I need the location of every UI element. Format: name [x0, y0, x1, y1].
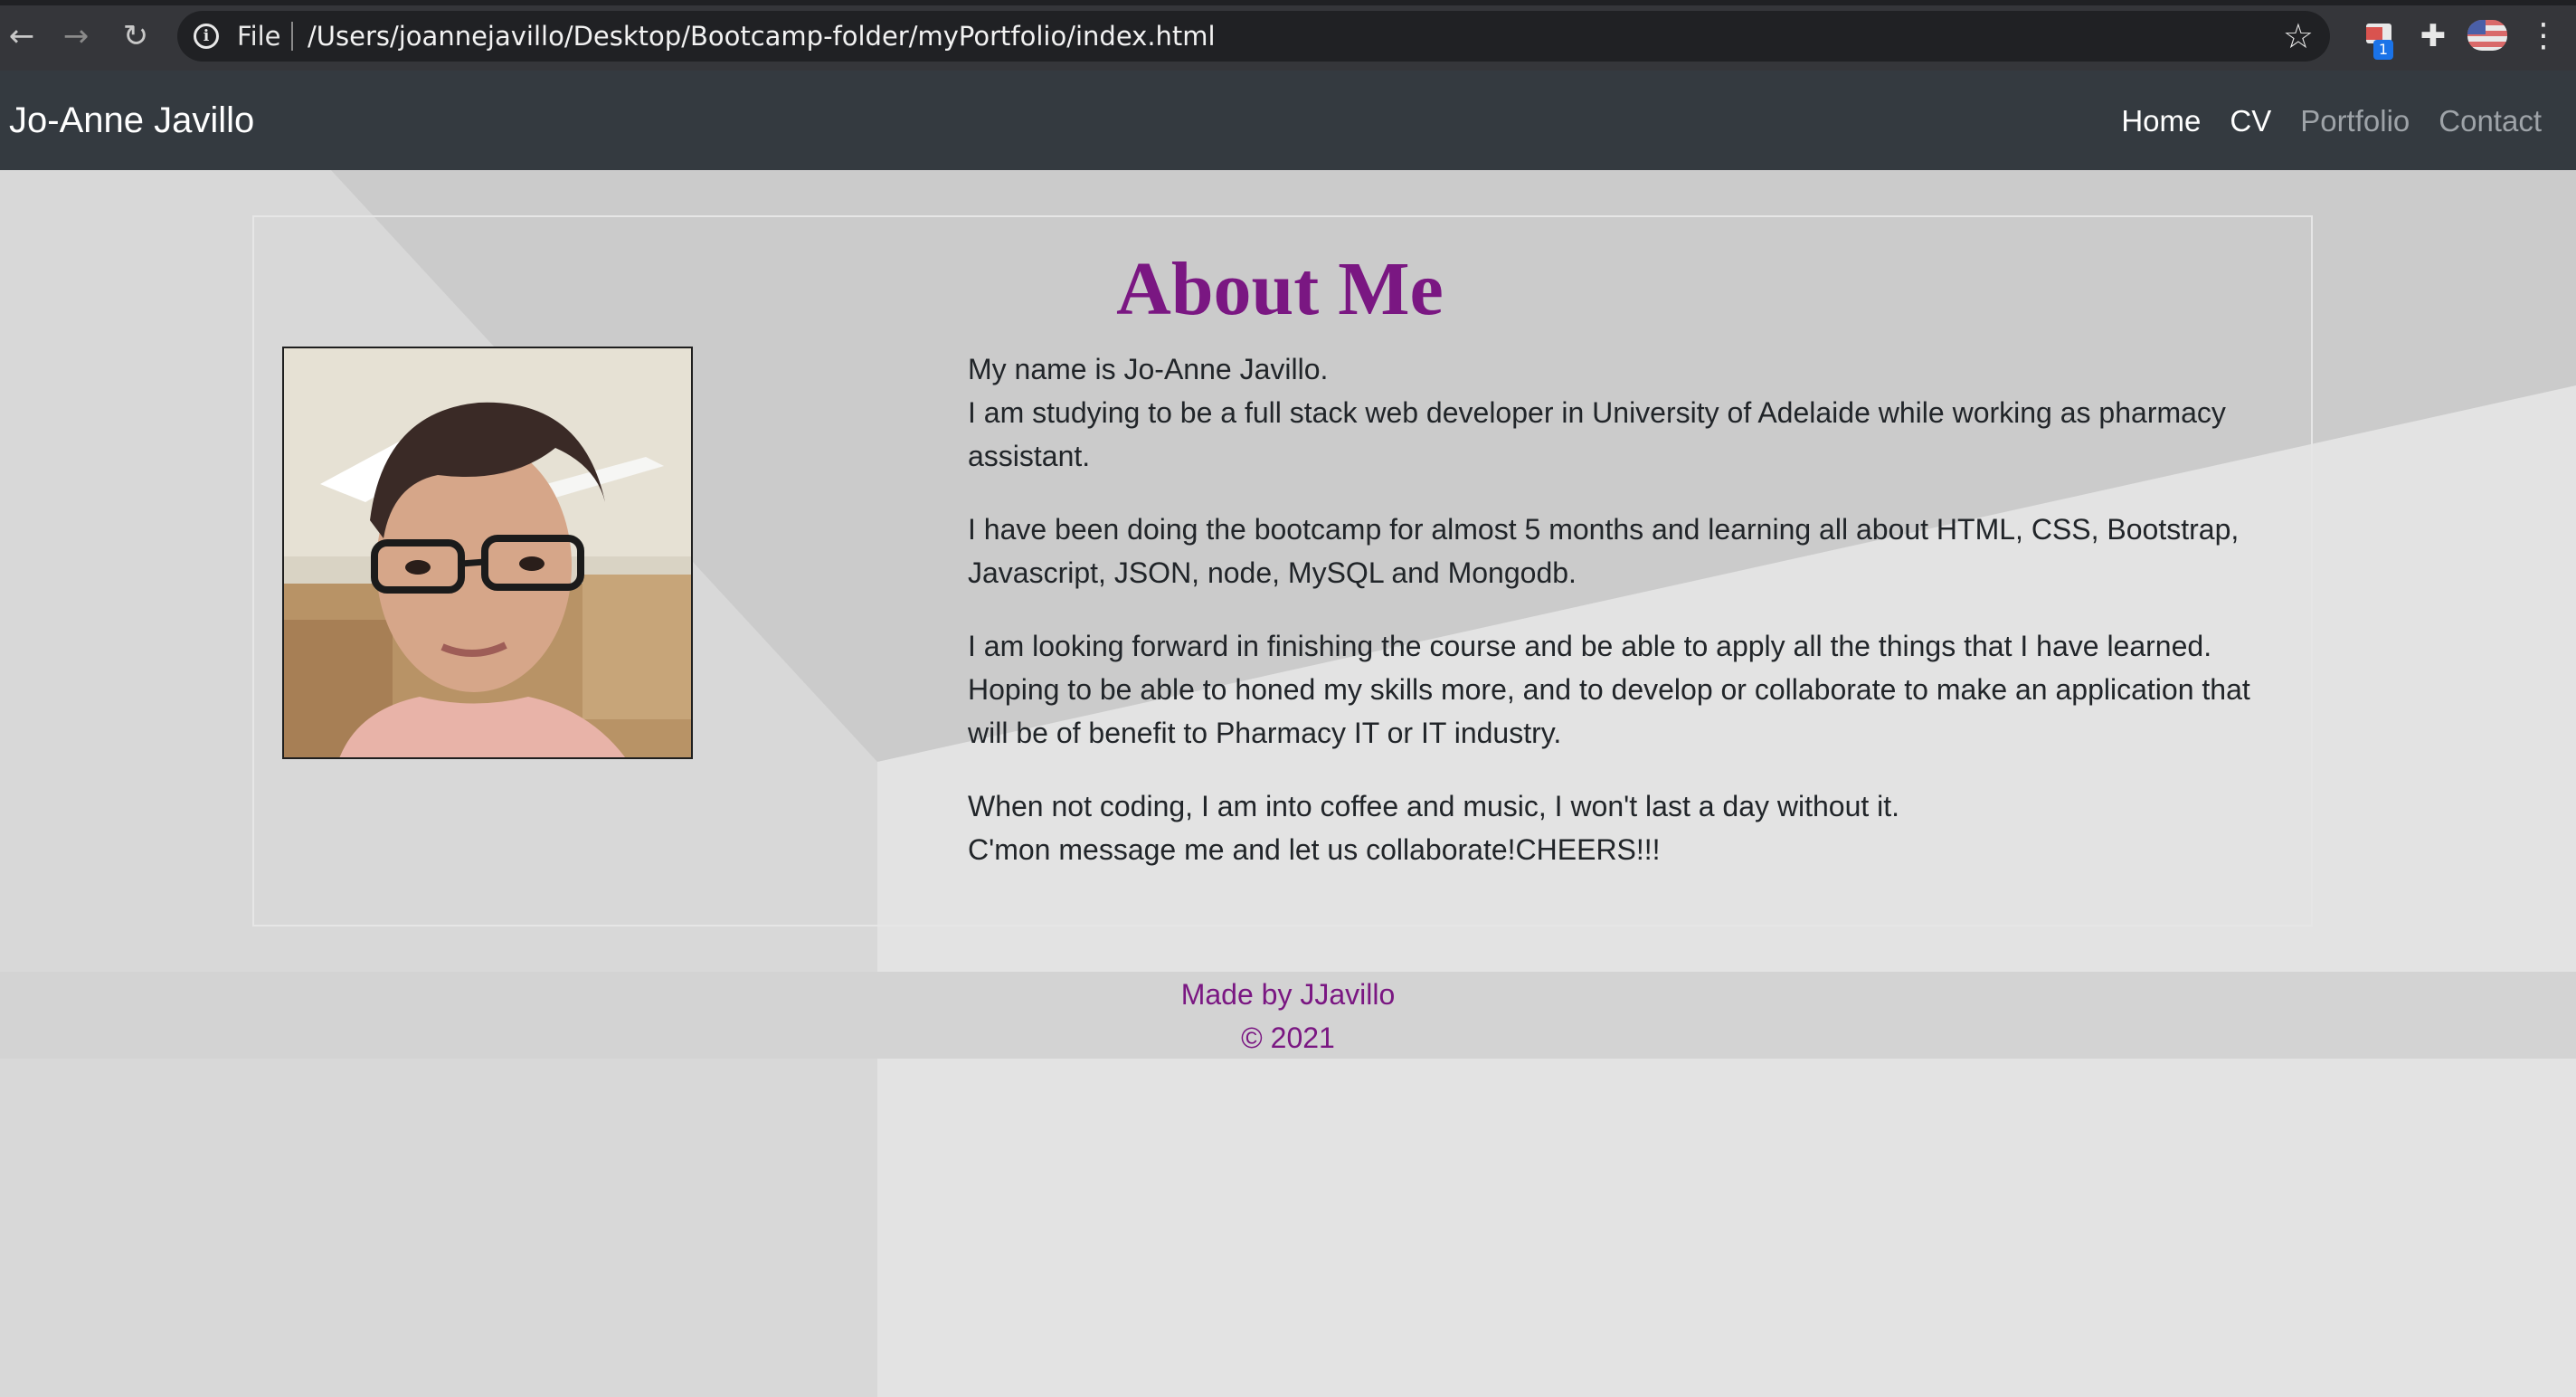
url-divider: [291, 22, 293, 51]
about-line: assistant.: [968, 440, 1091, 472]
about-line: I am looking forward in finishing the co…: [968, 630, 2212, 662]
about-line: My name is Jo-Anne Javillo.: [968, 353, 1329, 385]
about-line: I am studying to be a full stack web dev…: [968, 396, 2226, 429]
about-line: When not coding, I am into coffee and mu…: [968, 790, 1900, 822]
url-text[interactable]: /Users/joannejavillo/Desktop/Bootcamp-fo…: [308, 21, 1216, 52]
browser-toolbar: ← → ↻ i File /Users/joannejavillo/Deskto…: [0, 0, 2576, 71]
nav-link-home[interactable]: Home: [2121, 101, 2201, 141]
profile-photo: [282, 347, 693, 759]
about-line: I have been doing the bootcamp for almos…: [968, 513, 2240, 546]
footer-credit: Made by JJavillo: [1180, 978, 1396, 1011]
back-arrow-icon[interactable]: ←: [2, 16, 42, 56]
nav-link-portfolio[interactable]: Portfolio: [2300, 101, 2410, 141]
extension-badge: 1: [2373, 40, 2393, 60]
menu-dots-icon[interactable]: ⋮: [2527, 16, 2560, 56]
about-line: will be of benefit to Pharmacy IT or IT …: [968, 717, 1562, 749]
scheme-label: File: [237, 21, 281, 52]
about-line: Javascript, JSON, node, MySQL and Mongod…: [968, 556, 1577, 589]
about-paragraph: I am looking forward in finishing the co…: [968, 624, 2297, 755]
star-icon[interactable]: ☆: [2283, 18, 2314, 54]
nav-links: Home CV Portfolio Contact: [2121, 101, 2542, 141]
profile-photo-image: [284, 348, 691, 757]
info-icon[interactable]: i: [194, 24, 219, 49]
profile-icon[interactable]: [2467, 20, 2507, 51]
puzzle-icon[interactable]: ✚: [2413, 16, 2453, 56]
about-line: C'mon message me and let us collaborate!…: [968, 833, 1661, 866]
address-bar[interactable]: i File /Users/joannejavillo/Desktop/Boot…: [177, 11, 2330, 62]
site-footer: Made by JJavillo © 2021: [0, 972, 2576, 1059]
about-paragraph: My name is Jo-Anne Javillo. I am studyin…: [968, 347, 2297, 478]
about-text: My name is Jo-Anne Javillo. I am studyin…: [968, 347, 2297, 901]
footer-copyright: © 2021: [1241, 1022, 1335, 1054]
page-title: About Me: [1116, 247, 1444, 331]
site-navbar: Jo-Anne Javillo Home CV Portfolio Contac…: [0, 71, 2576, 170]
browser-tab-strip: [0, 0, 2576, 5]
reload-icon[interactable]: ↻: [116, 16, 156, 56]
about-paragraph: I have been doing the bootcamp for almos…: [968, 508, 2297, 594]
nav-link-cv[interactable]: CV: [2230, 101, 2271, 141]
about-line: Hoping to be able to honed my skills mor…: [968, 673, 2250, 706]
brand-name[interactable]: Jo-Anne Javillo: [9, 98, 254, 143]
about-paragraph: When not coding, I am into coffee and mu…: [968, 784, 2297, 871]
forward-arrow-icon[interactable]: →: [56, 16, 96, 56]
nav-link-contact[interactable]: Contact: [2439, 101, 2542, 141]
